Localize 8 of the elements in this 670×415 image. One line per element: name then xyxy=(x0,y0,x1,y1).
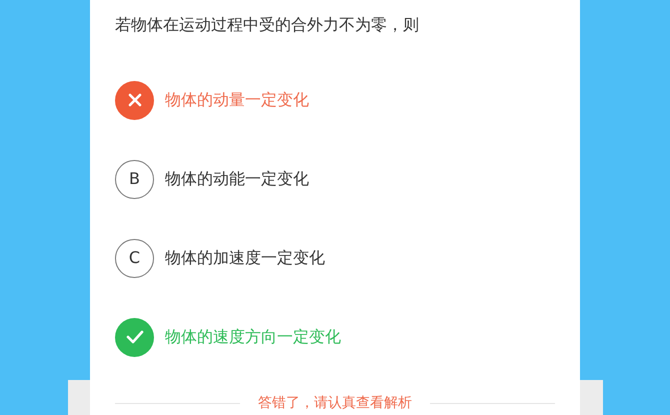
check-icon[interactable] xyxy=(115,318,154,356)
option-text[interactable]: 物体的加速度一定变化 xyxy=(165,246,325,270)
option-letter[interactable]: B xyxy=(115,160,154,198)
option-text[interactable]: 物体的动能一定变化 xyxy=(165,167,309,191)
wrong-icon[interactable] xyxy=(115,80,154,120)
option-letter[interactable]: C xyxy=(115,238,154,278)
result-message: 答错了，请认真查看解析 xyxy=(258,394,412,413)
question-text: 若物体在运动过程中受的合外力不为零，则 xyxy=(115,14,420,36)
